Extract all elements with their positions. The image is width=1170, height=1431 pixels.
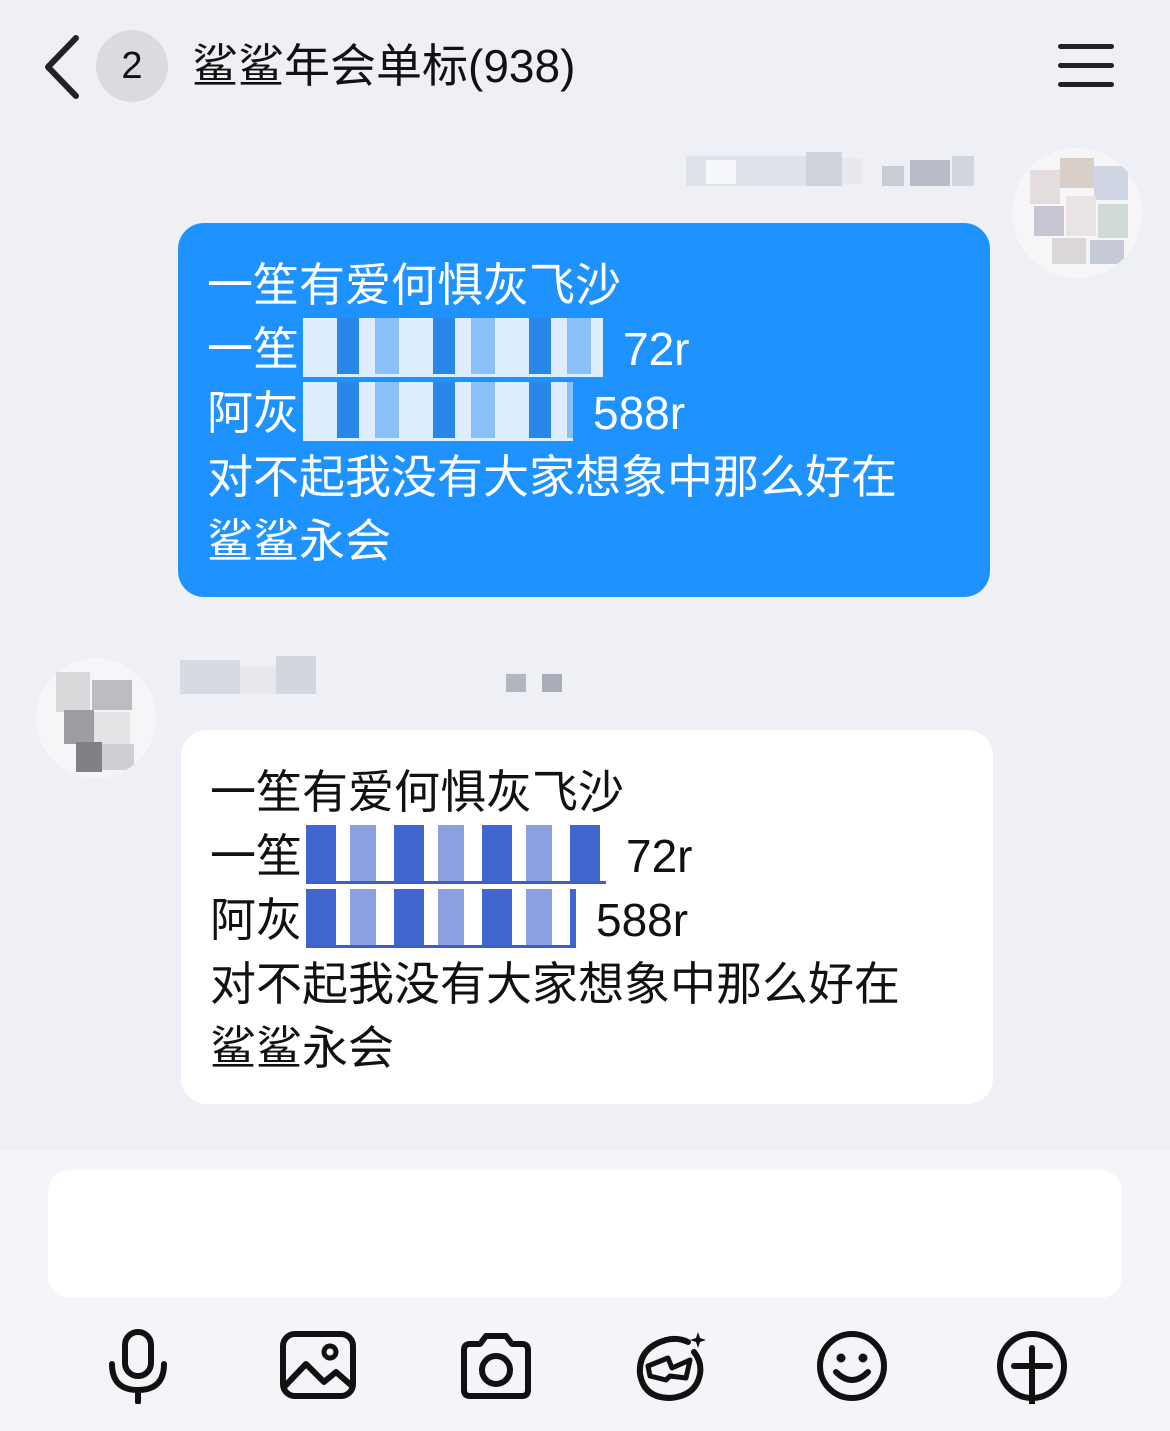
microphone-icon [109,1329,167,1405]
hamburger-menu-icon [1058,44,1114,49]
message-input[interactable] [48,1170,1122,1298]
plus-icon [997,1331,1067,1407]
message-line: 对不起我没有大家想象中那么好在 [207,451,897,503]
camera-button[interactable] [456,1328,536,1404]
sender-avatar[interactable] [36,658,156,778]
message-line: 阿灰 588r [207,381,964,445]
image-icon [280,1331,356,1399]
message-line: 一笙有爱何惧灰飞沙 [210,766,624,818]
message-line: 一笙 72r [207,317,964,381]
camera-icon [461,1333,531,1399]
message-line: 一笙 72r [210,824,967,888]
sender-name-redacted [180,656,580,696]
sticker-face-icon [636,1332,706,1402]
sender-avatar[interactable] [1012,148,1142,278]
message-line: 鲨鲨永会 [207,515,391,567]
emoji-button[interactable] [812,1328,892,1404]
chat-title: 鲨鲨年会单标(938) [192,40,576,92]
redacted-link[interactable] [306,889,576,948]
message-line: 一笙有爱何惧灰飞沙 [207,259,621,311]
sender-name-redacted [686,150,976,190]
voice-button[interactable] [98,1328,178,1405]
back-button[interactable] [38,34,88,100]
redacted-link[interactable] [306,825,606,884]
image-button[interactable] [278,1328,358,1404]
outgoing-message-bubble[interactable]: 一笙有爱何惧灰飞沙 一笙 72r 阿灰 588r 对不起我没有大家想象中那么好在 鲨… [178,223,990,597]
redacted-link[interactable] [303,382,573,441]
emoji-icon [817,1331,887,1401]
menu-button[interactable] [1058,44,1114,90]
chat-header: 2 鲨鲨年会单标(938) [0,0,1170,135]
incoming-message-bubble[interactable]: 一笙有爱何惧灰飞沙 一笙 72r 阿灰 588r 对不起我没有大家想象中那么好在 鲨… [181,730,993,1104]
message-line: 对不起我没有大家想象中那么好在 [210,958,900,1010]
chevron-left-icon [45,35,79,99]
redacted-link[interactable] [303,318,603,377]
message-line: 鲨鲨永会 [210,1022,394,1074]
more-button[interactable] [992,1328,1072,1407]
sticker-button[interactable] [632,1328,712,1404]
unread-count-badge[interactable]: 2 [96,30,168,102]
message-line: 阿灰 588r [210,888,967,952]
